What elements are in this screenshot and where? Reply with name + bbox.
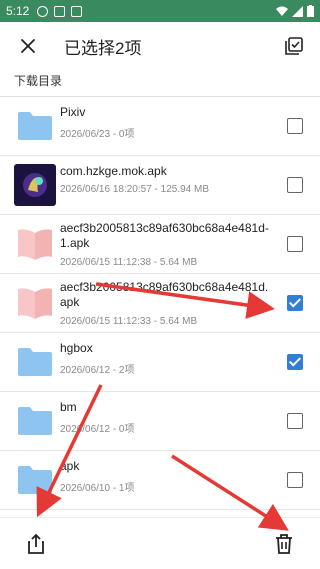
folder-icon — [14, 400, 56, 442]
folder-icon — [14, 459, 56, 501]
file-meta: 2026/06/23 - 0项 — [60, 129, 135, 140]
folder-icon — [14, 105, 56, 147]
list-item[interactable]: aecf3b2005813c89af630bc68a4e481d-1.apk 2… — [0, 215, 320, 274]
folder-icon — [14, 341, 56, 383]
file-meta: 2026/06/16 18:20:57 - 125.94 MB — [60, 184, 210, 195]
bottom-action-bar — [0, 517, 320, 569]
delete-button[interactable] — [272, 532, 296, 556]
close-button[interactable] — [14, 32, 42, 60]
file-name: aecf3b2005813c89af630bc68a4e481d-1.apk — [60, 221, 269, 250]
battery-icon — [307, 5, 314, 17]
file-meta: 2026/06/12 - 0项 — [60, 424, 135, 435]
item-checkbox[interactable] — [287, 236, 303, 252]
file-name: com.hzkge.mok.apk — [60, 164, 167, 178]
page-title: 已选择2项 — [64, 38, 142, 58]
status-right-icons — [276, 5, 314, 17]
item-checkbox-checked[interactable] — [287, 295, 303, 311]
signal-icon — [292, 5, 303, 17]
close-icon — [21, 39, 35, 53]
item-checkbox[interactable] — [287, 118, 303, 134]
status-bar: 5:12 — [0, 0, 320, 22]
list-item[interactable]: apk 2026/06/10 - 1项 — [0, 451, 320, 510]
wifi-icon — [276, 6, 288, 16]
file-name: apk — [60, 459, 80, 473]
file-meta: 2026/06/15 11:12:33 - 5.64 MB — [60, 316, 198, 327]
file-name: bm — [60, 400, 77, 414]
file-name: hgbox — [60, 341, 93, 355]
app-bar: 已选择2项 — [0, 22, 320, 70]
delete-icon — [276, 534, 292, 554]
book-icon — [14, 223, 56, 265]
item-checkbox-checked[interactable] — [287, 354, 303, 370]
list-item[interactable]: com.hzkge.mok.apk 2026/06/16 18:20:57 - … — [0, 156, 320, 215]
list-item[interactable]: hgbox 2026/06/12 - 2项 — [0, 333, 320, 392]
item-checkbox[interactable] — [287, 472, 303, 488]
image-status-icon — [54, 5, 66, 17]
book-icon — [14, 282, 56, 324]
file-meta: 2026/06/15 11:12:38 - 5.64 MB — [60, 257, 198, 268]
select-all-icon — [285, 37, 303, 55]
file-meta: 2026/06/12 - 2项 — [60, 365, 135, 376]
status-time: 5:12 — [6, 4, 30, 18]
breadcrumb[interactable]: 下载目录 — [14, 72, 62, 89]
list-item[interactable]: bm 2026/06/12 - 0项 — [0, 392, 320, 451]
list-item[interactable]: aecf3b2005813c89af630bc68a4e481d.apk 202… — [0, 274, 320, 333]
select-all-button[interactable] — [280, 32, 308, 60]
item-checkbox[interactable] — [287, 177, 303, 193]
list-item[interactable]: Pixiv 2026/06/23 - 0项 — [0, 97, 320, 156]
share-button[interactable] — [24, 532, 48, 556]
file-name: aecf3b2005813c89af630bc68a4e481d.apk — [60, 280, 269, 309]
app-icon — [14, 164, 56, 206]
settings-status-icon — [37, 5, 49, 17]
file-name: Pixiv — [60, 105, 86, 119]
share-icon — [28, 533, 44, 554]
file-list: Pixiv 2026/06/23 - 0项 com.hzkge.mok.apk … — [0, 97, 320, 510]
item-checkbox[interactable] — [287, 413, 303, 429]
notification-status-icon — [71, 5, 83, 17]
file-meta: 2026/06/10 - 1项 — [60, 483, 135, 494]
